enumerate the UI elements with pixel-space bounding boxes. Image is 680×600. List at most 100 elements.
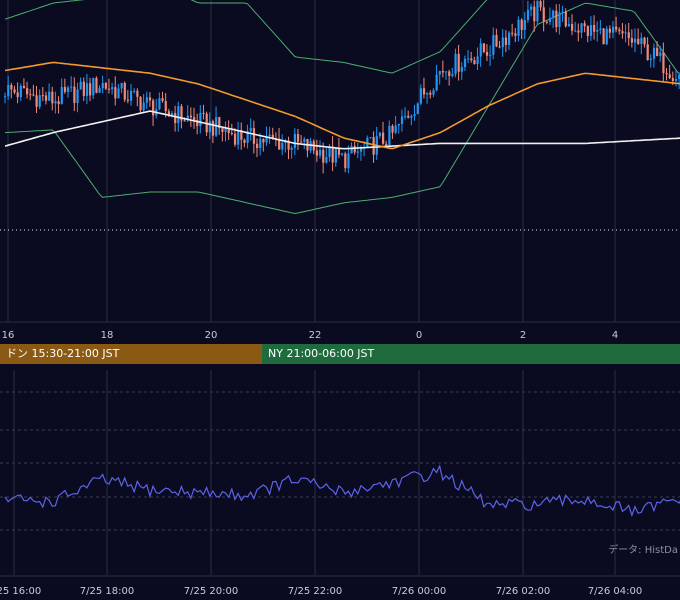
chart-stage: 16 18 20 22 0 2 4 7/25 16:00 7/25 18:00 7/25 20:… xyxy=(0,0,680,600)
candle-body xyxy=(467,58,470,60)
candle-body xyxy=(574,30,577,32)
candle xyxy=(652,43,656,68)
candle xyxy=(89,77,92,102)
indicator-x-tick-label: 7/26 00:00 xyxy=(392,586,446,597)
candle xyxy=(492,27,495,60)
candle-body xyxy=(473,60,476,65)
candle xyxy=(530,3,533,17)
data-credit: データ: HistDa xyxy=(608,545,678,556)
indicator-x-tick-label: 7/25 20:00 xyxy=(184,586,238,597)
candle-body xyxy=(511,32,514,34)
candle xyxy=(580,22,583,39)
moving-averages xyxy=(4,61,680,150)
candle xyxy=(262,138,265,152)
candle xyxy=(4,92,7,104)
candle xyxy=(325,147,328,164)
candle xyxy=(460,62,463,80)
candle xyxy=(189,107,193,127)
candle xyxy=(174,105,177,132)
candle-body xyxy=(542,7,545,22)
candle-body xyxy=(548,17,552,22)
candle-body xyxy=(331,146,334,163)
candle-body xyxy=(495,35,498,47)
candle-body xyxy=(611,26,615,33)
candle-body xyxy=(259,138,262,149)
candle-body xyxy=(552,10,555,18)
candle xyxy=(211,119,215,143)
candle xyxy=(290,145,293,159)
candle-body xyxy=(388,125,391,146)
candle xyxy=(501,29,504,57)
candle-body xyxy=(385,143,388,146)
candle-body xyxy=(637,38,640,44)
indicator-x-axis: 7/25 16:00 7/25 18:00 7/25 20:00 7/25 22:00… xyxy=(0,586,642,597)
candle xyxy=(281,134,284,156)
candle-body xyxy=(243,139,246,143)
candle-body xyxy=(407,115,410,118)
candle xyxy=(79,77,82,90)
candle-body xyxy=(319,149,322,156)
candle-body xyxy=(158,98,161,110)
candle-body xyxy=(627,32,630,39)
candle-body xyxy=(649,58,652,61)
candle-body xyxy=(530,6,533,10)
price-x-tick-label: 4 xyxy=(612,330,618,341)
candle xyxy=(319,140,322,159)
candle-body xyxy=(520,19,523,30)
candle xyxy=(482,43,485,54)
candle-body xyxy=(325,156,328,163)
candle xyxy=(593,15,596,40)
candle-body xyxy=(470,58,473,61)
candle xyxy=(366,135,369,148)
candle-body xyxy=(249,128,252,132)
candle xyxy=(662,42,665,83)
candle xyxy=(457,44,460,81)
candle xyxy=(101,75,104,94)
candle xyxy=(577,23,580,42)
candle xyxy=(426,92,429,104)
candle-body xyxy=(457,53,460,72)
candle xyxy=(558,4,561,35)
candle xyxy=(445,71,448,80)
candle-body xyxy=(489,54,492,56)
candle xyxy=(22,78,26,89)
candle xyxy=(41,87,44,102)
candle xyxy=(618,27,621,35)
candle xyxy=(67,85,70,98)
candle-body xyxy=(593,25,596,32)
candle-body xyxy=(208,121,211,133)
candle xyxy=(256,138,259,158)
candle-body xyxy=(35,95,38,107)
candle xyxy=(375,126,378,160)
candle-body xyxy=(539,1,542,8)
candle-body xyxy=(19,85,22,98)
indicator-x-tick-label: 7/25 18:00 xyxy=(80,586,134,597)
indicator-x-tick-label: 7/26 02:00 xyxy=(496,586,550,597)
candle xyxy=(139,96,142,113)
candle-body xyxy=(429,92,432,95)
candle-body xyxy=(54,101,57,104)
candle xyxy=(48,83,51,102)
candle xyxy=(429,90,432,99)
candle-body xyxy=(32,94,35,96)
candle-body xyxy=(133,90,136,92)
candle xyxy=(397,123,400,134)
candle xyxy=(586,25,589,43)
candle-body xyxy=(252,128,256,144)
candle-body xyxy=(536,1,539,22)
candle-body xyxy=(126,99,130,101)
candle-body xyxy=(671,78,674,81)
candle-body xyxy=(441,70,445,73)
candle xyxy=(82,77,85,101)
candle xyxy=(76,82,79,113)
candle-body xyxy=(621,31,624,34)
candle-body xyxy=(161,98,164,101)
candle-body xyxy=(445,71,448,73)
candle xyxy=(293,128,296,155)
candle-body xyxy=(7,84,10,97)
candle-body xyxy=(174,113,177,124)
candle xyxy=(454,48,457,78)
candle-body xyxy=(501,37,504,48)
candle xyxy=(630,29,634,48)
chart-svg: 16 18 20 22 0 2 4 7/25 16:00 7/25 18:00 7/25 20:… xyxy=(0,0,680,597)
